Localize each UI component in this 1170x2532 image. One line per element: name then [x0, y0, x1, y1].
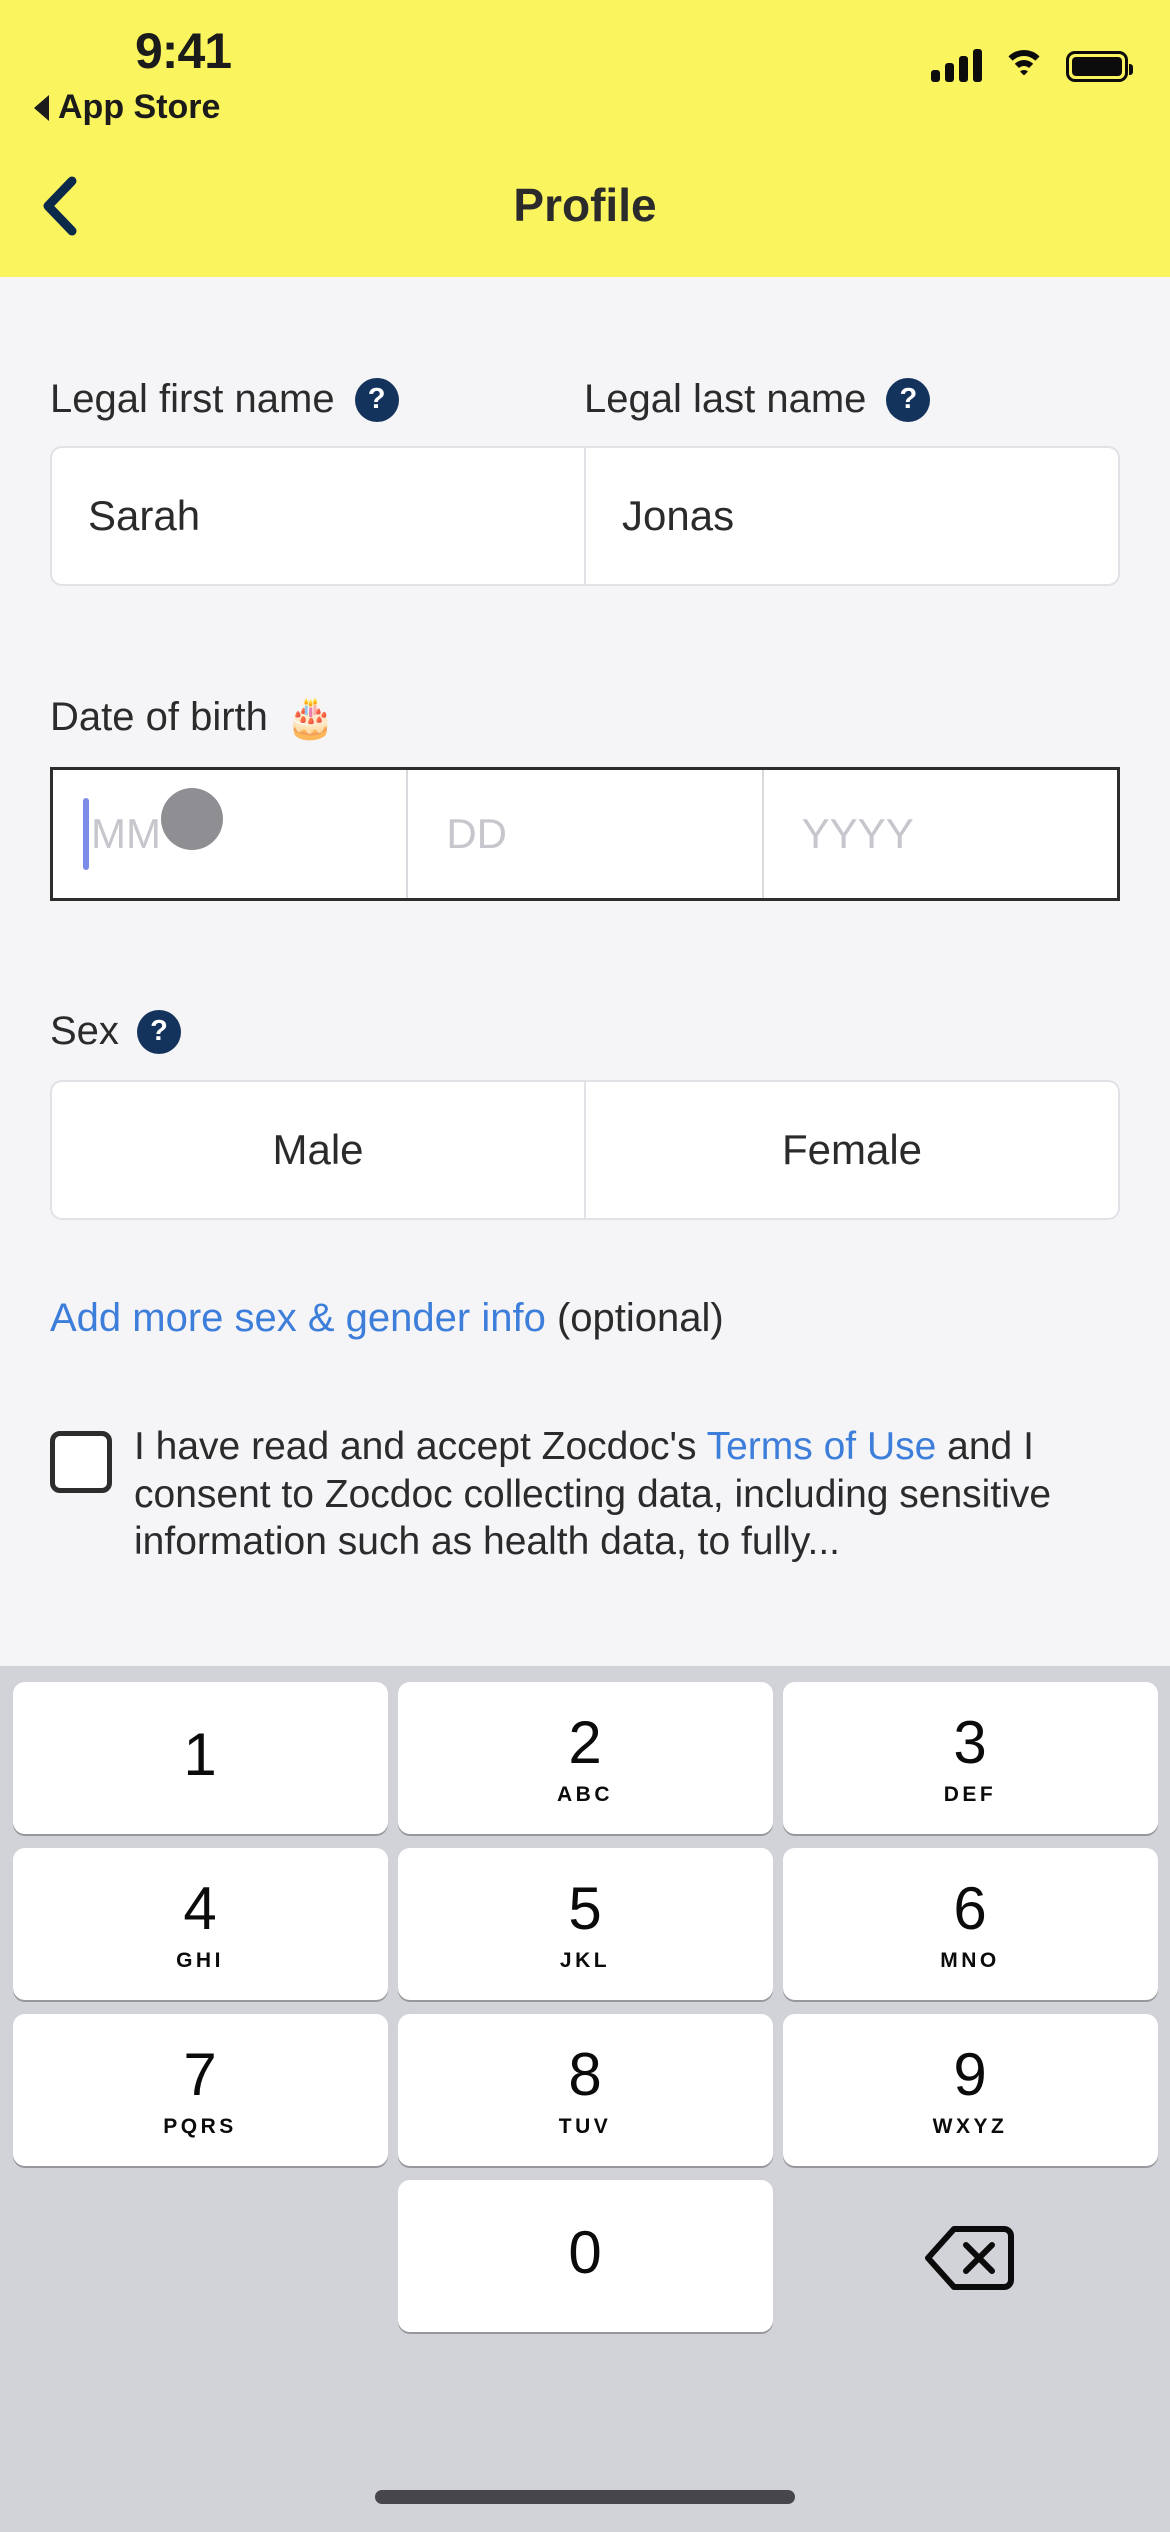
profile-form: Legal first name ? Legal last name ? Sar… — [0, 277, 1170, 1566]
delete-key[interactable] — [783, 2180, 1158, 2332]
terms-of-use-link-2[interactable]: of Use — [824, 1425, 937, 1468]
page-title: Profile — [513, 179, 657, 231]
key-6-letters: MNO — [940, 1949, 1000, 1972]
key-5-letters: JKL — [559, 1949, 611, 1972]
navigation-bar: Profile — [0, 150, 1170, 277]
text-cursor — [83, 798, 89, 870]
first-name-input[interactable]: Sarah — [50, 446, 585, 586]
backspace-delete-icon — [925, 2226, 1014, 2290]
key-4-number: 4 — [183, 1875, 217, 1942]
wifi-icon — [1002, 48, 1046, 82]
first-name-label: Legal first name — [50, 377, 335, 421]
key-9-letters: WXYZ — [932, 2115, 1008, 2138]
add-gender-info-link[interactable]: Add more sex & gender info — [50, 1296, 546, 1340]
keyboard-row-4: 0 — [8, 2180, 1162, 2332]
dob-month-input[interactable]: MM — [53, 770, 409, 898]
key-blank-left — [13, 2180, 388, 2332]
phone-screen: 9:41 App Store Profile Legal first name … — [0, 0, 1170, 2532]
sex-label-group: Sex ? — [0, 1009, 1170, 1054]
key-3-letters: DEF — [943, 1783, 997, 1806]
sex-label: Sex — [50, 1009, 119, 1053]
key-7-letters: PQRS — [163, 2115, 237, 2138]
key-3-number: 3 — [953, 1709, 987, 1776]
question-mark-icon[interactable]: ? — [136, 1009, 181, 1054]
consent-space — [813, 1425, 824, 1468]
consent-text: I have read and accept Zocdoc's Terms of… — [134, 1423, 1079, 1566]
key-5[interactable]: 5 JKL — [397, 1848, 773, 2000]
home-indicator — [375, 2490, 795, 2504]
dob-year-input[interactable]: YYYY — [764, 770, 1117, 898]
question-mark-icon[interactable]: ? — [886, 377, 931, 422]
back-to-app-store-link[interactable]: App Store — [34, 88, 220, 127]
key-8[interactable]: 8 TUV — [397, 2014, 773, 2166]
key-1-number: 1 — [183, 1721, 217, 1788]
key-8-number: 8 — [568, 2041, 602, 2108]
status-time: 9:41 — [135, 23, 232, 79]
touch-indicator — [161, 788, 223, 850]
dob-fields-row: MM DD YYYY — [0, 767, 1170, 901]
keyboard-row-3: 7 PQRS 8 TUV 9 WXYZ — [8, 2014, 1162, 2166]
back-app-label: App Store — [58, 88, 221, 126]
name-labels-row: Legal first name ? Legal last name ? — [0, 377, 1170, 422]
first-name-label-group: Legal first name ? — [50, 377, 584, 422]
battery-icon — [1066, 51, 1133, 82]
question-mark-icon[interactable]: ? — [354, 377, 399, 422]
key-7-number: 7 — [183, 2041, 217, 2108]
status-bar: 9:41 App Store — [0, 0, 1170, 150]
sex-options-row: Male Female — [0, 1080, 1170, 1220]
consent-part-1: I have read and accept Zocdoc's — [134, 1425, 707, 1468]
key-7[interactable]: 7 PQRS — [12, 2014, 388, 2166]
key-8-letters: TUV — [558, 2115, 612, 2138]
dob-input-group: MM DD YYYY — [50, 767, 1120, 901]
dob-month-placeholder: MM — [91, 810, 161, 857]
last-name-label-group: Legal last name ? — [584, 377, 1118, 422]
optional-label: (optional) — [545, 1296, 724, 1340]
name-fields-row: Sarah Jonas — [0, 446, 1170, 586]
dob-year-placeholder: YYYY — [801, 810, 914, 857]
key-9[interactable]: 9 WXYZ — [782, 2014, 1158, 2166]
key-2-letters: ABC — [557, 1783, 613, 1806]
key-6-number: 6 — [953, 1875, 987, 1942]
terms-of-use-link-1[interactable]: Terms — [707, 1425, 813, 1468]
birthday-cake-icon: 🎂 — [285, 696, 336, 740]
key-4-letters: GHI — [176, 1949, 224, 1972]
key-5-number: 5 — [568, 1875, 602, 1942]
status-icons — [931, 48, 1133, 82]
key-2[interactable]: 2 ABC — [397, 1682, 773, 1834]
last-name-label: Legal last name — [584, 377, 867, 421]
sex-option-female[interactable]: Female — [585, 1080, 1120, 1220]
numeric-keyboard: 1 2 ABC 3 DEF 4 GHI 5 JKL 6 MNO 7 PQRS 8… — [0, 1666, 1170, 2532]
key-4[interactable]: 4 GHI — [12, 1848, 388, 2000]
dob-label: Date of birth — [50, 695, 268, 739]
consent-checkbox[interactable] — [50, 1431, 112, 1493]
dob-day-placeholder: DD — [446, 810, 507, 857]
last-name-input[interactable]: Jonas — [585, 446, 1120, 586]
key-3[interactable]: 3 DEF — [782, 1682, 1158, 1834]
key-0[interactable]: 0 — [397, 2180, 773, 2332]
dob-day-input[interactable]: DD — [408, 770, 764, 898]
top-bar: 9:41 App Store Profile — [0, 0, 1170, 277]
gender-info-row: Add more sex & gender info (optional) — [0, 1296, 1170, 1341]
keyboard-row-1: 1 2 ABC 3 DEF — [8, 1682, 1162, 1834]
key-2-number: 2 — [568, 1709, 602, 1776]
cellular-signal-icon — [931, 48, 982, 82]
sex-option-male[interactable]: Male — [50, 1080, 585, 1220]
dob-label-group: Date of birth 🎂 — [0, 694, 1170, 741]
key-0-number: 0 — [568, 2219, 602, 2286]
key-6[interactable]: 6 MNO — [782, 1848, 1158, 2000]
consent-row: I have read and accept Zocdoc's Terms of… — [0, 1423, 1170, 1566]
triangle-left-icon — [34, 94, 49, 121]
key-1[interactable]: 1 — [12, 1682, 388, 1834]
keyboard-row-2: 4 GHI 5 JKL 6 MNO — [8, 1848, 1162, 2000]
key-9-number: 9 — [953, 2041, 987, 2108]
